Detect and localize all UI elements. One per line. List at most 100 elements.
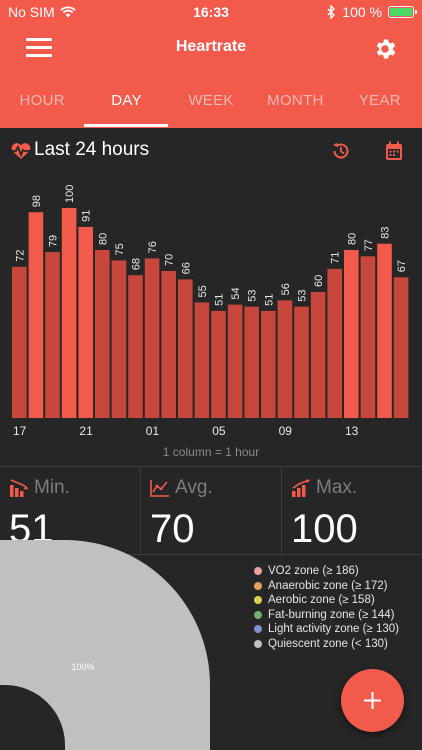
x-tick-label: 17	[13, 424, 27, 438]
tab-year[interactable]: YEAR	[338, 82, 422, 128]
legend-label: VO2 zone (≥ 186)	[268, 565, 359, 578]
x-tick-label: 05	[212, 424, 226, 438]
status-bar: No SIM 16:33 100 %	[0, 0, 422, 24]
bar-value-label: 76	[147, 241, 159, 253]
chart-bar	[244, 306, 259, 418]
chart-bar	[294, 306, 309, 418]
x-tick-label: 21	[79, 424, 93, 438]
line-chart-icon	[150, 480, 169, 497]
chart-footnote: 1 column = 1 hour	[163, 445, 259, 459]
bar-value-label: 68	[131, 258, 143, 270]
legend-dot	[254, 625, 262, 634]
bar-value-label: 67	[396, 260, 408, 272]
chart-bar	[144, 258, 160, 418]
tab-hour[interactable]: HOUR	[0, 82, 84, 128]
chart-bar	[45, 252, 60, 418]
bar-value-label: 91	[81, 210, 93, 222]
zone-legend: VO2 zone (≥ 186) Anaerobic zone (≥ 172) …	[254, 564, 399, 651]
chart-bar	[261, 310, 276, 418]
legend-dot	[254, 581, 262, 590]
bar-value-label: 60	[313, 275, 325, 287]
bar-value-label: 51	[263, 294, 275, 306]
chart-bar	[78, 226, 93, 418]
legend-dot	[254, 596, 262, 605]
calendar-icon[interactable]	[385, 141, 403, 161]
legend-item: Anaerobic zone (≥ 172)	[254, 579, 399, 594]
add-reading-button[interactable]	[341, 669, 404, 732]
chart-bar	[95, 250, 110, 418]
x-tick-label: 09	[279, 424, 293, 438]
bar-value-label: 75	[114, 243, 126, 255]
bar-value-label: 77	[363, 239, 375, 251]
bar-value-label: 80	[97, 233, 109, 245]
bar-value-label: 66	[180, 262, 192, 274]
bar-chart-up-icon	[292, 479, 310, 497]
legend-item: VO2 zone (≥ 186)	[254, 564, 399, 579]
bar-value-label: 71	[330, 252, 342, 264]
pie-segment-quiescent	[0, 540, 210, 750]
chart-bar	[128, 275, 143, 418]
stat-label: Avg.	[175, 477, 213, 498]
legend-dot	[254, 639, 262, 648]
bar-value-label: 53	[297, 289, 309, 301]
heart-pulse-icon	[10, 143, 32, 159]
bar-value-label: 53	[247, 289, 259, 301]
chart-bar	[161, 271, 176, 418]
legend-dot	[254, 610, 262, 619]
chart-bar	[310, 292, 326, 418]
legend-dot	[254, 567, 262, 576]
bar-value-label: 55	[197, 285, 209, 297]
bar-value-label: 83	[380, 226, 392, 238]
bar-chart-down-icon	[10, 479, 28, 497]
chart-bar	[178, 279, 193, 418]
tab-week[interactable]: WEEK	[169, 82, 253, 128]
bar-value-label: 72	[14, 250, 26, 262]
chart-bar	[28, 212, 44, 418]
heartrate-bar-chart: 72 98 79 100 91 80 75 68 76 70 66 55 51 54 53 51 56 53 60 7…	[12, 185, 409, 459]
chart-bar	[360, 256, 376, 418]
chart-bar	[211, 310, 226, 418]
stat-max: Max. 100	[282, 467, 422, 554]
chart-bar	[194, 302, 210, 418]
range-tabs: HOUR DAY WEEK MONTH YEAR	[0, 82, 422, 128]
legend-item: Quiescent zone (< 130)	[254, 637, 399, 652]
chart-bar	[377, 243, 392, 418]
history-icon[interactable]	[331, 141, 351, 161]
legend-label: Light activity zone (≥ 130)	[268, 623, 399, 636]
chart-bar	[61, 208, 77, 418]
stat-value: 100	[291, 507, 358, 551]
chart-bar	[393, 277, 409, 418]
x-tick-label: 01	[146, 424, 160, 438]
bar-value-label: 100	[64, 185, 76, 203]
bar-value-label: 98	[31, 195, 43, 207]
stat-label: Min.	[34, 477, 70, 498]
chart-bar	[12, 266, 27, 418]
chart-bar	[227, 304, 243, 418]
chart-title: Last 24 hours	[34, 139, 150, 160]
bar-value-label: 80	[346, 233, 358, 245]
legend-item: Fat-burning zone (≥ 144)	[254, 608, 399, 623]
zone-pie-chart: 100%	[0, 540, 210, 750]
chart-bar	[111, 260, 127, 418]
legend-label: Anaerobic zone (≥ 172)	[268, 579, 388, 592]
battery-icon	[388, 6, 417, 18]
chart-bar	[344, 250, 359, 418]
bar-value-label: 54	[230, 287, 242, 299]
plus-icon	[364, 692, 381, 709]
x-tick-label: 13	[345, 424, 359, 438]
bar-value-label: 79	[48, 235, 60, 247]
settings-gear-icon[interactable]	[372, 36, 398, 62]
tab-day[interactable]: DAY	[84, 82, 168, 128]
stat-label: Max.	[316, 477, 358, 498]
legend-item: Light activity zone (≥ 130)	[254, 622, 399, 637]
legend-label: Quiescent zone (< 130)	[268, 637, 388, 650]
header-bar: No SIM 16:33 100 % Heartrate HOUR DAY WE…	[0, 0, 422, 128]
tab-month[interactable]: MONTH	[253, 82, 337, 128]
battery-percent: 100 %	[342, 4, 382, 20]
page-title: Heartrate	[175, 38, 247, 55]
bar-value-label: 70	[164, 254, 176, 266]
chart-bar	[327, 268, 342, 418]
legend-item: Aerobic zone (≥ 158)	[254, 593, 399, 608]
pie-percent-label: 100%	[71, 662, 94, 672]
status-right-group: 100 %	[327, 4, 417, 20]
